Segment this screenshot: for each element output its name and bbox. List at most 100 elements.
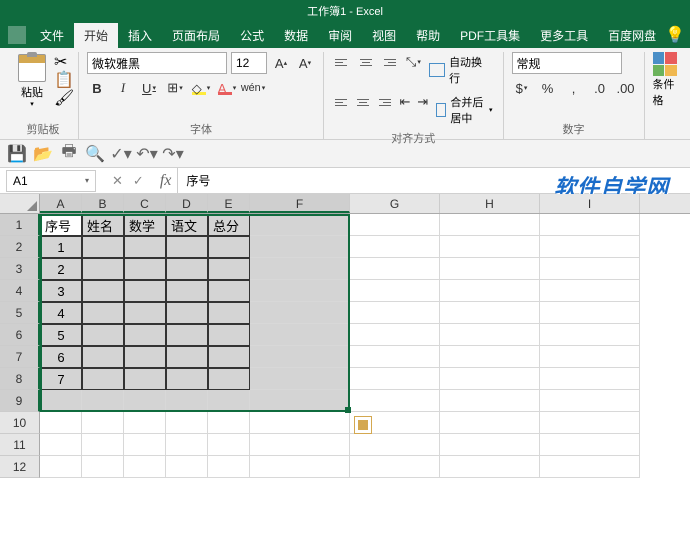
cell-D3[interactable] (166, 258, 208, 280)
cell-C3[interactable] (124, 258, 166, 280)
tab-insert[interactable]: 插入 (118, 23, 162, 48)
tab-baidu[interactable]: 百度网盘 (598, 23, 666, 48)
currency-icon[interactable]: $ (512, 78, 532, 98)
print-icon[interactable]: 🖶 (60, 145, 78, 163)
cell-H9[interactable] (440, 390, 540, 412)
cell-F7[interactable] (250, 346, 350, 368)
cell-D8[interactable] (166, 368, 208, 390)
decrease-indent-icon[interactable]: ⇤ (398, 92, 412, 112)
font-color-button[interactable]: A (217, 78, 237, 98)
cut-icon[interactable]: ✂ (54, 52, 70, 68)
cell-A12[interactable] (40, 456, 82, 478)
enter-icon[interactable]: ✓ (133, 173, 144, 189)
tab-home[interactable]: 开始 (74, 23, 118, 48)
cell-F4[interactable] (250, 280, 350, 302)
cell-C6[interactable] (124, 324, 166, 346)
cell-I4[interactable] (540, 280, 640, 302)
cell-F5[interactable] (250, 302, 350, 324)
tab-help[interactable]: 帮助 (406, 23, 450, 48)
underline-button[interactable]: U (139, 78, 159, 98)
col-header-A[interactable]: A (40, 194, 82, 213)
cell-D9[interactable] (166, 390, 208, 412)
save-icon[interactable]: 💾 (8, 145, 26, 163)
cell-D12[interactable] (166, 456, 208, 478)
cell-G6[interactable] (350, 324, 440, 346)
cell-I12[interactable] (540, 456, 640, 478)
increase-indent-icon[interactable]: ⇥ (416, 92, 430, 112)
cell-B11[interactable] (82, 434, 124, 456)
cell-B9[interactable] (82, 390, 124, 412)
cell-H12[interactable] (440, 456, 540, 478)
cell-F2[interactable] (250, 236, 350, 258)
cell-E12[interactable] (208, 456, 250, 478)
row-header-4[interactable]: 4 (0, 280, 40, 302)
cell-D2[interactable] (166, 236, 208, 258)
cell-H3[interactable] (440, 258, 540, 280)
cell-H2[interactable] (440, 236, 540, 258)
cell-G4[interactable] (350, 280, 440, 302)
cell-B4[interactable] (82, 280, 124, 302)
cell-D10[interactable] (166, 412, 208, 434)
cell-E1[interactable]: 总分 (208, 214, 250, 236)
cell-H8[interactable] (440, 368, 540, 390)
cell-B3[interactable] (82, 258, 124, 280)
fx-icon[interactable]: fx (154, 172, 178, 190)
cell-B2[interactable] (82, 236, 124, 258)
col-header-E[interactable]: E (208, 194, 250, 213)
merge-center-button[interactable]: 合并后居中 ▾ (434, 92, 495, 128)
cell-I9[interactable] (540, 390, 640, 412)
wrap-text-button[interactable]: 自动换行 (427, 52, 494, 88)
tab-formulas[interactable]: 公式 (230, 23, 274, 48)
percent-icon[interactable]: % (538, 78, 558, 98)
cell-C4[interactable] (124, 280, 166, 302)
align-bottom-icon[interactable] (380, 52, 400, 72)
row-header-7[interactable]: 7 (0, 346, 40, 368)
cell-B1[interactable]: 姓名 (82, 214, 124, 236)
cell-F1[interactable] (250, 214, 350, 236)
cell-A11[interactable] (40, 434, 82, 456)
orientation-icon[interactable]: ⤡ (403, 52, 423, 72)
cell-C2[interactable] (124, 236, 166, 258)
col-header-I[interactable]: I (540, 194, 640, 213)
paste-button[interactable]: 粘贴 ▾ (16, 52, 48, 110)
cell-C9[interactable] (124, 390, 166, 412)
col-header-F[interactable]: F (250, 194, 350, 213)
row-header-1[interactable]: 1 (0, 214, 40, 236)
cell-D5[interactable] (166, 302, 208, 324)
cell-C11[interactable] (124, 434, 166, 456)
row-header-5[interactable]: 5 (0, 302, 40, 324)
cell-I1[interactable] (540, 214, 640, 236)
cancel-icon[interactable]: ✕ (112, 173, 123, 189)
cell-F12[interactable] (250, 456, 350, 478)
cell-B8[interactable] (82, 368, 124, 390)
cell-A10[interactable] (40, 412, 82, 434)
cell-H10[interactable] (440, 412, 540, 434)
cell-E8[interactable] (208, 368, 250, 390)
fill-color-button[interactable]: ◇ (191, 78, 211, 98)
cell-C8[interactable] (124, 368, 166, 390)
col-header-H[interactable]: H (440, 194, 540, 213)
bulb-icon[interactable]: 💡 (666, 26, 684, 44)
cell-I8[interactable] (540, 368, 640, 390)
cell-A5[interactable]: 4 (40, 302, 82, 324)
cell-B6[interactable] (82, 324, 124, 346)
cell-H5[interactable] (440, 302, 540, 324)
cell-A3[interactable]: 2 (40, 258, 82, 280)
cell-B5[interactable] (82, 302, 124, 324)
cell-A9[interactable] (40, 390, 82, 412)
cell-A6[interactable]: 5 (40, 324, 82, 346)
cell-A7[interactable]: 6 (40, 346, 82, 368)
cell-F10[interactable] (250, 412, 350, 434)
cell-G11[interactable] (350, 434, 440, 456)
cell-I6[interactable] (540, 324, 640, 346)
cell-E3[interactable] (208, 258, 250, 280)
smart-tag-icon[interactable] (354, 416, 372, 434)
cell-I5[interactable] (540, 302, 640, 324)
cell-F3[interactable] (250, 258, 350, 280)
cell-B10[interactable] (82, 412, 124, 434)
decrease-font-icon[interactable]: A▾ (295, 53, 315, 73)
format-painter-icon[interactable]: 🖌 (54, 88, 70, 104)
row-header-6[interactable]: 6 (0, 324, 40, 346)
cell-D4[interactable] (166, 280, 208, 302)
tab-file[interactable]: 文件 (30, 23, 74, 48)
